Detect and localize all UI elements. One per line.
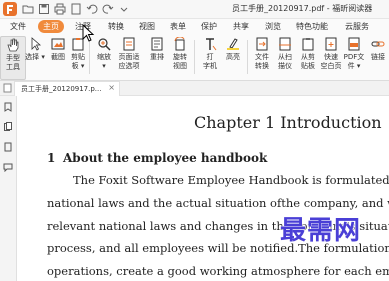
link-button[interactable]: 链接 [367,36,389,78]
link-icon [371,41,385,47]
pdf-file-button[interactable]: PDF文件 ▾ [341,36,367,78]
file-convert-label: 文件 转换 [255,53,269,70]
highlight-label: 高亮 [226,53,240,61]
dropdown-icon[interactable] [118,3,130,15]
body-line-5: operations, create a good working atmosp… [47,264,389,278]
bookmark-icon[interactable] [3,102,13,112]
reflow-icon [151,37,163,51]
hand-icon [7,38,19,52]
file-convert-button[interactable]: 文件 转换 [250,36,274,78]
from-clipboard-icon [302,38,314,51]
from-clipboard-label: 从剪 贴板 [301,53,315,70]
screenshot-icon [51,38,65,50]
blank-page-label: 快速 空白页 [320,53,342,70]
pdf-file-icon [348,37,360,51]
clipboard-label: 剪贴板 ▾ [71,53,85,70]
menu-file[interactable]: 文件 [10,20,26,33]
comments-icon[interactable] [3,162,13,172]
select-button[interactable]: 选择 ▾ [23,36,47,78]
menu-convert[interactable]: 转换 [108,20,124,33]
menu-browse[interactable]: 浏览 [265,20,281,33]
file-convert-icon [256,37,268,51]
from-scanner-label: 从扫 描仪 [278,53,292,70]
fit-page-button[interactable]: 页面适 应选项 [115,36,143,78]
zoom-icon [98,38,111,51]
pages-thumbnail-icon[interactable] [3,122,13,132]
menu-features[interactable]: 特色功能 [296,20,328,33]
select-label: 选择 ▾ [25,53,45,61]
typewriter-button[interactable]: 打字机 [198,36,222,78]
chapter-title: Chapter 1 Introduction [194,113,382,132]
section-title: About the employee handbook [63,151,268,165]
from-clipboard-button[interactable]: 从剪 贴板 [296,36,320,78]
menu-view[interactable]: 视图 [139,20,155,33]
document-page[interactable]: Chapter 1 Introduction 1 About the emplo… [17,96,389,281]
body-line-2: national laws and the actual situation o… [47,196,389,210]
menu-share[interactable]: 共享 [233,20,249,33]
reflow-label: 重排 [150,53,164,61]
hand-tool-label: 手型 工具 [6,54,20,71]
undo-icon[interactable] [86,3,98,15]
rotate-icon [174,37,185,51]
blank-page-icon [325,37,337,51]
window-title: 员工手册_20120917.pdf - 福昕阅读器 [232,4,373,13]
typewriter-icon [206,38,217,51]
ribbon-toolbar: 手型 工具 选择 ▾ 截图 剪贴板 ▾ 缩放 ▾ 页面适 应选项 重排 旋转 视图 打字… [0,34,389,81]
title-bar: 员工手册_20120917.pdf - 福昕阅读器 [0,0,389,19]
body-line-1: The Foxit Software Employee Handbook is … [73,173,389,187]
tab-close-icon[interactable]: × [108,83,115,92]
link-label: 链接 [371,53,385,61]
menu-form[interactable]: 表单 [170,20,186,33]
redo-icon[interactable] [102,3,114,15]
from-scanner-button[interactable]: 从扫 描仪 [273,36,297,78]
open-folder-icon[interactable] [22,3,34,15]
blank-page-button[interactable]: 快速 空白页 [319,36,343,78]
new-doc-icon[interactable] [70,3,82,15]
rotate-view-button[interactable]: 旋转 视图 [168,36,192,78]
tab-page-icon [3,83,12,93]
pdf-file-label: PDF文件 ▾ [343,53,365,70]
highlight-icon [227,38,239,50]
document-tabs: 员工手册_20120917.p... × [0,81,389,96]
menu-home[interactable]: 主页 [38,20,64,33]
menu-protect[interactable]: 保护 [201,20,217,33]
section-number: 1 [47,151,56,165]
left-sidebar [0,96,17,281]
reflow-button[interactable]: 重排 [145,36,169,78]
fit-page-label: 页面适 应选项 [118,53,140,70]
typewriter-label: 打字机 [203,53,217,70]
menu-cloud[interactable]: 云服务 [345,20,369,33]
fit-page-icon [123,37,135,51]
layers-icon[interactable] [3,142,13,152]
rotate-view-label: 旋转 视图 [173,53,187,70]
foxit-logo-icon[interactable] [3,2,17,16]
mouse-cursor-icon [82,24,95,42]
menu-bar: 文件 主页 注释 转换 视图 表单 保护 共享 浏览 特色功能 云服务 [0,19,389,34]
zoom-label: 缩放 ▾ [97,53,111,70]
print-icon[interactable] [54,3,66,15]
tab-label: 员工手册_20120917.p... [21,85,102,93]
save-icon[interactable] [38,3,50,15]
select-cursor-icon [31,37,42,51]
tab-employee-handbook[interactable]: 员工手册_20120917.p... × [14,81,120,96]
highlight-button[interactable]: 高亮 [221,36,245,78]
watermark: 最需网 [280,216,362,246]
scanner-icon [279,37,291,51]
